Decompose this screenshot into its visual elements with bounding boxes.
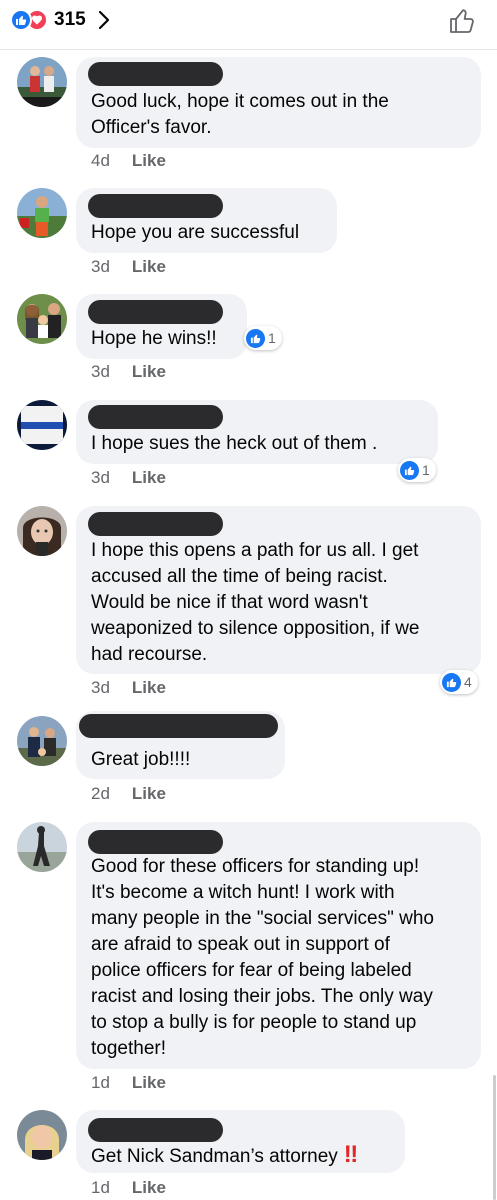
redacted-author-name[interactable]	[88, 405, 223, 429]
like-comment-button[interactable]: Like	[132, 257, 166, 277]
like-button-icon[interactable]	[447, 6, 477, 36]
like-reaction-icon	[442, 672, 461, 692]
comment-age: 3d	[91, 678, 110, 697]
reactions-header: 315	[0, 0, 497, 50]
avatar[interactable]	[17, 716, 67, 766]
comment-reaction-badge[interactable]: 1	[398, 458, 436, 482]
redacted-author-name[interactable]	[79, 714, 278, 738]
like-comment-button[interactable]: Like	[132, 362, 166, 382]
avatar[interactable]	[17, 294, 67, 344]
like-reaction-icon	[400, 460, 419, 480]
redacted-author-name[interactable]	[88, 1118, 223, 1142]
comment-text: Great job!!!!	[91, 749, 191, 770]
like-comment-button[interactable]: Like	[132, 1073, 166, 1093]
comment-meta: 3d Like	[91, 678, 166, 698]
comment-text: Hope he wins!!	[91, 328, 217, 349]
comment-age: 2d	[91, 784, 110, 803]
like-comment-button[interactable]: Like	[132, 784, 166, 804]
comment-text: Good luck, hope it comes out in the Offi…	[91, 91, 389, 138]
reactions-summary[interactable]: 315	[10, 7, 110, 33]
scrollbar[interactable]	[493, 1075, 496, 1200]
comment-text: I hope sues the heck out of them .	[91, 433, 378, 454]
comment-meta: 1d Like	[91, 1073, 166, 1093]
like-comment-button[interactable]: Like	[132, 678, 166, 698]
comment-bubble: Hope you are successful	[76, 188, 337, 253]
like-reaction-icon	[246, 328, 265, 348]
comment-reaction-badge[interactable]: 1	[244, 326, 282, 350]
comment-text: Get Nick Sandman’s attorney ‼	[91, 1142, 393, 1170]
comment-reaction-badge[interactable]: 4	[440, 670, 478, 694]
redacted-author-name[interactable]	[88, 512, 223, 536]
comment-bubble: Hope he wins!!	[76, 294, 247, 359]
chevron-right-icon	[98, 10, 110, 30]
redacted-author-name[interactable]	[88, 830, 223, 854]
redacted-author-name[interactable]	[88, 194, 223, 218]
redacted-author-name[interactable]	[88, 300, 223, 324]
like-comment-button[interactable]: Like	[132, 468, 166, 488]
comment-bubble: Get Nick Sandman’s attorney ‼	[76, 1110, 405, 1173]
avatar[interactable]	[17, 400, 67, 450]
comment-text: Good for these officers for standing up!…	[91, 856, 434, 1059]
comment-age: 1d	[91, 1073, 110, 1092]
avatar[interactable]	[17, 1110, 67, 1160]
comment-meta: 3d Like	[91, 257, 166, 277]
comment-bubble: Good luck, hope it comes out in the Offi…	[76, 57, 481, 148]
avatar[interactable]	[17, 57, 67, 107]
comment-bubble: I hope sues the heck out of them .	[76, 400, 438, 464]
like-comment-button[interactable]: Like	[132, 1178, 166, 1198]
comment-text: Hope you are successful	[91, 222, 300, 243]
comment-meta: 3d Like	[91, 362, 166, 382]
comment-text: I hope this opens a path for us all. I g…	[91, 540, 420, 665]
comment-age: 1d	[91, 1178, 110, 1197]
reaction-count: 1	[422, 462, 430, 478]
reaction-count: 315	[54, 9, 86, 30]
like-comment-button[interactable]: Like	[132, 151, 166, 171]
avatar[interactable]	[17, 506, 67, 556]
avatar[interactable]	[17, 188, 67, 238]
comment-bubble: Great job!!!!	[76, 711, 285, 779]
double-exclamation-emoji: ‼	[343, 1141, 358, 1168]
comment-bubble: Good for these officers for standing up!…	[76, 822, 481, 1069]
comment-age: 3d	[91, 468, 110, 487]
comment-age: 3d	[91, 362, 110, 381]
redacted-author-name[interactable]	[88, 62, 223, 86]
comment-bubble: I hope this opens a path for us all. I g…	[76, 506, 481, 674]
comment-meta: 2d Like	[91, 784, 166, 804]
avatar[interactable]	[17, 822, 67, 872]
comment-meta: 3d Like	[91, 468, 166, 488]
reaction-count: 1	[268, 330, 276, 346]
comment-age: 3d	[91, 257, 110, 276]
like-reaction-icon	[10, 9, 32, 31]
comment-text-body: Get Nick Sandman’s attorney	[91, 1146, 338, 1167]
comment-age: 4d	[91, 151, 110, 170]
comment-meta: 1d Like	[91, 1178, 166, 1198]
comment-meta: 4d Like	[91, 151, 166, 171]
reaction-count: 4	[464, 674, 472, 690]
